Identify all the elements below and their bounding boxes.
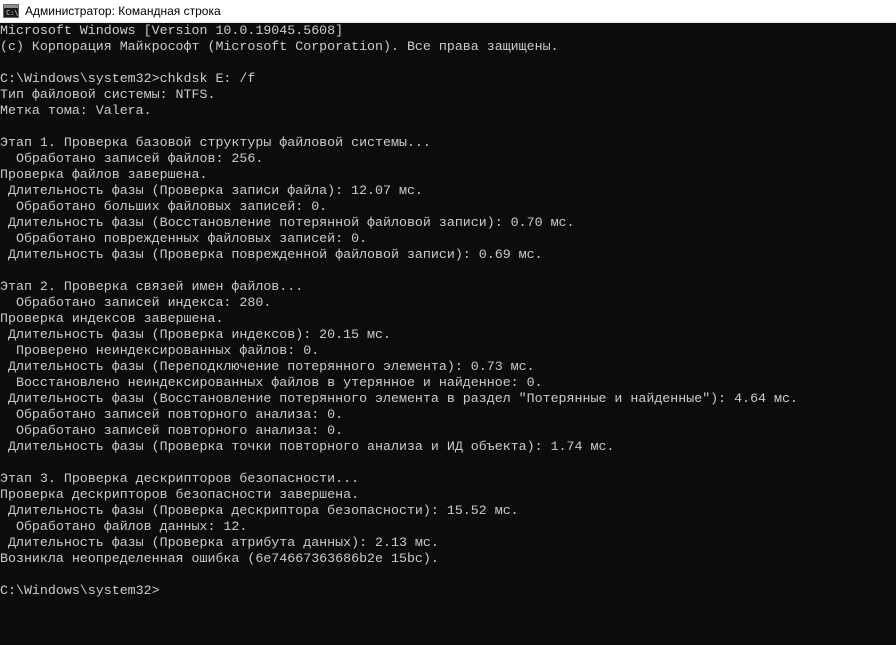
- console-line: Проверено неиндексированных файлов: 0.: [0, 343, 320, 358]
- console-line: Проверка дескрипторов безопасности завер…: [0, 487, 360, 502]
- console-line: Восстановлено неиндексированных файлов в…: [0, 375, 543, 390]
- console-line: Длительность фазы (Проверка дескриптора …: [0, 503, 519, 518]
- console-line: Длительность фазы (Восстановление потеря…: [0, 215, 575, 230]
- console-line: Длительность фазы (Проверка атрибута дан…: [0, 535, 439, 550]
- console-line: Длительность фазы (Проверка записи файла…: [0, 183, 423, 198]
- console-line: Длительность фазы (Проверка индексов): 2…: [0, 327, 391, 342]
- command-prompt-window: C:\ Администратор: Командная строка Micr…: [0, 0, 896, 645]
- console-line: (c) Корпорация Майкрософт (Microsoft Cor…: [0, 39, 559, 54]
- console-line: Длительность фазы (Восстановление потеря…: [0, 391, 798, 406]
- cmd-icon[interactable]: C:\: [3, 4, 19, 18]
- cmd-icon-prompt: C:\: [6, 9, 19, 17]
- window-title: Администратор: Командная строка: [25, 4, 221, 18]
- console-line: Обработано больших файловых записей: 0.: [0, 199, 328, 214]
- console-line: Обработано записей индекса: 280.: [0, 295, 272, 310]
- console-line: Возникла неопределенная ошибка (6e746673…: [0, 551, 439, 566]
- console-line: Обработано файлов данных: 12.: [0, 519, 248, 534]
- command-prompt-line: C:\Windows\system32>chkdsk E: /f: [0, 71, 256, 86]
- console-output[interactable]: Microsoft Windows [Version 10.0.19045.56…: [0, 23, 896, 645]
- console-line: Обработано записей повторного анализа: 0…: [0, 407, 344, 422]
- console-line: Метка тома: Valera.: [0, 103, 152, 118]
- command-prompt-line: C:\Windows\system32>: [0, 583, 160, 598]
- console-line: Длительность фазы (Проверка точки повтор…: [0, 439, 615, 454]
- console-line: Обработано поврежденных файловых записей…: [0, 231, 368, 246]
- console-line: Длительность фазы (Переподключение потер…: [0, 359, 535, 374]
- console-line: Этап 3. Проверка дескрипторов безопаснос…: [0, 471, 360, 486]
- console-line: Длительность фазы (Проверка поврежденной…: [0, 247, 543, 262]
- title-bar[interactable]: C:\ Администратор: Командная строка: [0, 0, 896, 23]
- console-line: Обработано записей файлов: 256.: [0, 151, 264, 166]
- console-line: Обработано записей повторного анализа: 0…: [0, 423, 344, 438]
- console-line: Этап 1. Проверка базовой структуры файло…: [0, 135, 431, 150]
- console-line: Проверка индексов завершена.: [0, 311, 224, 326]
- console-line: Microsoft Windows [Version 10.0.19045.56…: [0, 23, 344, 38]
- console-line: Этап 2. Проверка связей имен файлов...: [0, 279, 304, 294]
- console-line: Тип файловой системы: NTFS.: [0, 87, 216, 102]
- console-line: Проверка файлов завершена.: [0, 167, 208, 182]
